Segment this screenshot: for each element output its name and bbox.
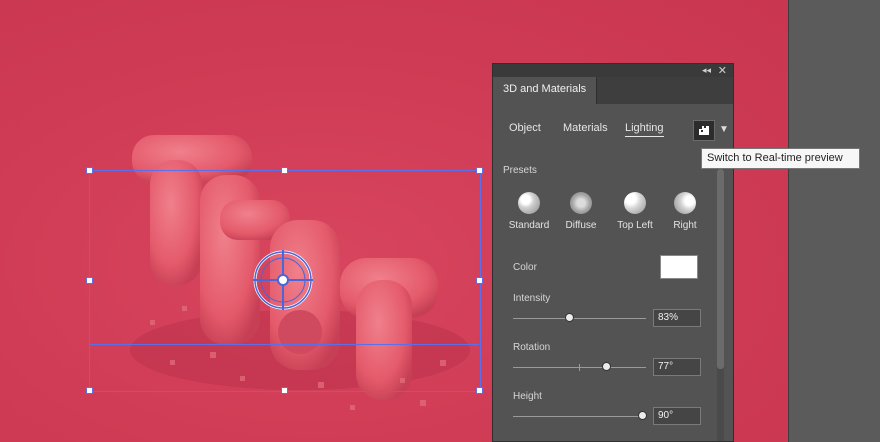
- preset-top-left-icon: [624, 192, 646, 214]
- collapse-panel-icon[interactable]: ◂◂: [702, 65, 711, 76]
- rotation-center-tick: [579, 364, 580, 371]
- resize-handle-mr[interactable]: [476, 277, 483, 284]
- panel-scroll-thumb[interactable]: [717, 169, 724, 369]
- intensity-slider-knob[interactable]: [565, 313, 574, 322]
- preset-right-icon: [674, 192, 696, 214]
- intensity-label: Intensity: [513, 293, 551, 304]
- preset-standard-icon: [518, 192, 540, 214]
- resize-handle-tl[interactable]: [86, 167, 93, 174]
- height-slider-knob[interactable]: [638, 411, 647, 420]
- chevron-down-icon[interactable]: ▼: [719, 124, 729, 135]
- preset-diffuse-icon: [570, 192, 592, 214]
- resize-handle-br[interactable]: [476, 387, 483, 394]
- color-label: Color: [513, 262, 537, 273]
- height-label: Height: [513, 391, 542, 402]
- workspace-gutter: [788, 0, 880, 442]
- realtime-preview-icon: [699, 126, 709, 135]
- tab-3d-and-materials[interactable]: 3D and Materials: [493, 77, 598, 104]
- preset-right-label: Right: [673, 220, 697, 231]
- rotation-label: Rotation: [513, 342, 551, 353]
- resize-handle-bl[interactable]: [86, 387, 93, 394]
- close-panel-icon[interactable]: ✕: [718, 64, 727, 77]
- intensity-slider[interactable]: [513, 313, 646, 322]
- preset-standard-label: Standard: [508, 220, 550, 231]
- panel-titlebar: ◂◂ ✕: [493, 64, 733, 77]
- rotation-slider-knob[interactable]: [602, 362, 611, 371]
- subtab-materials[interactable]: Materials: [563, 122, 608, 134]
- preset-diffuse[interactable]: Diffuse: [555, 192, 607, 231]
- resize-handle-tr[interactable]: [476, 167, 483, 174]
- preset-diffuse-label: Diffuse: [565, 220, 597, 231]
- subtab-lighting[interactable]: Lighting: [625, 122, 664, 137]
- intensity-field[interactable]: 83%: [653, 309, 701, 327]
- resize-handle-tm[interactable]: [281, 167, 288, 174]
- light-color-swatch[interactable]: [660, 255, 698, 279]
- 3d-materials-panel: ◂◂ ✕ 3D and Materials Object Materials L…: [492, 63, 734, 442]
- realtime-preview-button[interactable]: [693, 120, 715, 141]
- preset-right[interactable]: Right: [659, 192, 711, 231]
- selection-baseline: [89, 344, 479, 345]
- preset-standard[interactable]: Standard: [503, 192, 555, 231]
- preset-top-left[interactable]: Top Left: [609, 192, 661, 231]
- rotation-field[interactable]: 77°: [653, 358, 701, 376]
- light-position-widget[interactable]: [253, 250, 313, 310]
- rotation-slider[interactable]: [513, 362, 646, 371]
- subtab-object[interactable]: Object: [509, 122, 541, 134]
- height-slider[interactable]: [513, 411, 647, 420]
- preview-tooltip: Switch to Real-time preview: [701, 148, 860, 169]
- resize-handle-bm[interactable]: [281, 387, 288, 394]
- presets-label: Presets: [503, 165, 537, 176]
- height-field[interactable]: 90°: [653, 407, 701, 425]
- resize-handle-ml[interactable]: [86, 277, 93, 284]
- panel-tabbar: 3D and Materials: [493, 77, 733, 104]
- panel-scrollbar[interactable]: [717, 161, 724, 441]
- preset-top-left-label: Top Left: [617, 220, 653, 231]
